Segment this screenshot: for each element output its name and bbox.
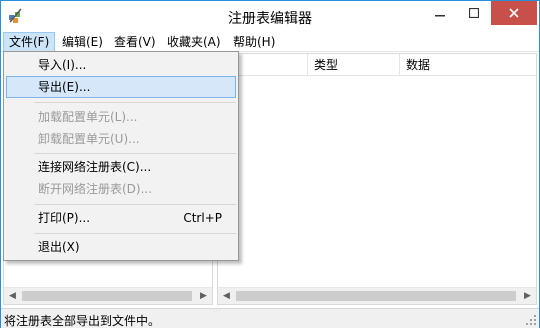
minimize-icon xyxy=(435,15,445,17)
menu-item-label: 打印(P)... xyxy=(38,211,91,225)
scroll-right-icon[interactable]: ▶ xyxy=(195,288,212,304)
scrollbar-thumb[interactable] xyxy=(236,291,516,301)
column-header-data[interactable]: 数据 xyxy=(400,54,536,76)
menu-edit[interactable]: 编辑(E) xyxy=(57,32,108,52)
status-text: 将注册表全部导出到文件中。 xyxy=(4,314,161,328)
shortcut-label: Ctrl+P xyxy=(183,211,222,225)
menu-item-import[interactable]: 导入(I)... xyxy=(6,54,236,76)
scroll-left-icon[interactable]: ◀ xyxy=(218,288,235,304)
title-bar[interactable]: 注册表编辑器 xyxy=(1,1,539,31)
registry-editor-window: 注册表编辑器 文件(F) 编辑(E) 查看(V) 收藏夹(A) 帮助(H) ◀ … xyxy=(0,0,540,328)
scroll-left-icon[interactable]: ◀ xyxy=(4,288,21,304)
scroll-right-icon[interactable]: ▶ xyxy=(519,288,536,304)
menu-item-disconnect-network-registry[interactable]: 断开网络注册表(D)... xyxy=(6,178,236,200)
menu-item-print[interactable]: 打印(P)... Ctrl+P xyxy=(6,207,236,229)
menu-item-exit[interactable]: 退出(X) xyxy=(6,236,236,258)
minimize-button[interactable] xyxy=(425,1,455,25)
menu-help[interactable]: 帮助(H) xyxy=(228,32,280,52)
menu-separator xyxy=(34,233,236,234)
maximize-button[interactable] xyxy=(459,1,489,25)
column-headers: 称 类型 数据 xyxy=(218,54,536,76)
menu-separator xyxy=(34,102,236,103)
close-icon xyxy=(509,8,519,18)
menu-file[interactable]: 文件(F) xyxy=(3,32,56,52)
values-pane[interactable]: 称 类型 数据 ◀ ▶ xyxy=(217,53,537,305)
menu-separator xyxy=(34,204,236,205)
tree-horizontal-scrollbar[interactable]: ◀ ▶ xyxy=(4,287,212,304)
menu-favorites[interactable]: 收藏夹(A) xyxy=(162,32,226,52)
values-horizontal-scrollbar[interactable]: ◀ ▶ xyxy=(218,287,536,304)
close-button[interactable] xyxy=(491,1,537,25)
menu-item-export[interactable]: 导出(E)... xyxy=(6,76,236,98)
menu-item-load-hive[interactable]: 加载配置单元(L)... xyxy=(6,106,236,128)
menu-bar: 文件(F) 编辑(E) 查看(V) 收藏夹(A) 帮助(H) xyxy=(1,32,539,52)
menu-item-unload-hive[interactable]: 卸载配置单元(U)... xyxy=(6,128,236,150)
menu-view[interactable]: 查看(V) xyxy=(109,32,161,52)
menu-item-connect-network-registry[interactable]: 连接网络注册表(C)... xyxy=(6,156,236,178)
resize-grip-icon[interactable] xyxy=(525,314,537,326)
scrollbar-thumb[interactable] xyxy=(22,291,192,301)
maximize-icon xyxy=(469,8,479,18)
file-menu-dropdown: 导入(I)... 导出(E)... 加载配置单元(L)... 卸载配置单元(U)… xyxy=(3,51,239,261)
status-bar: 将注册表全部导出到文件中。 xyxy=(1,308,539,328)
column-header-type[interactable]: 类型 xyxy=(308,54,400,76)
menu-separator xyxy=(34,153,236,154)
